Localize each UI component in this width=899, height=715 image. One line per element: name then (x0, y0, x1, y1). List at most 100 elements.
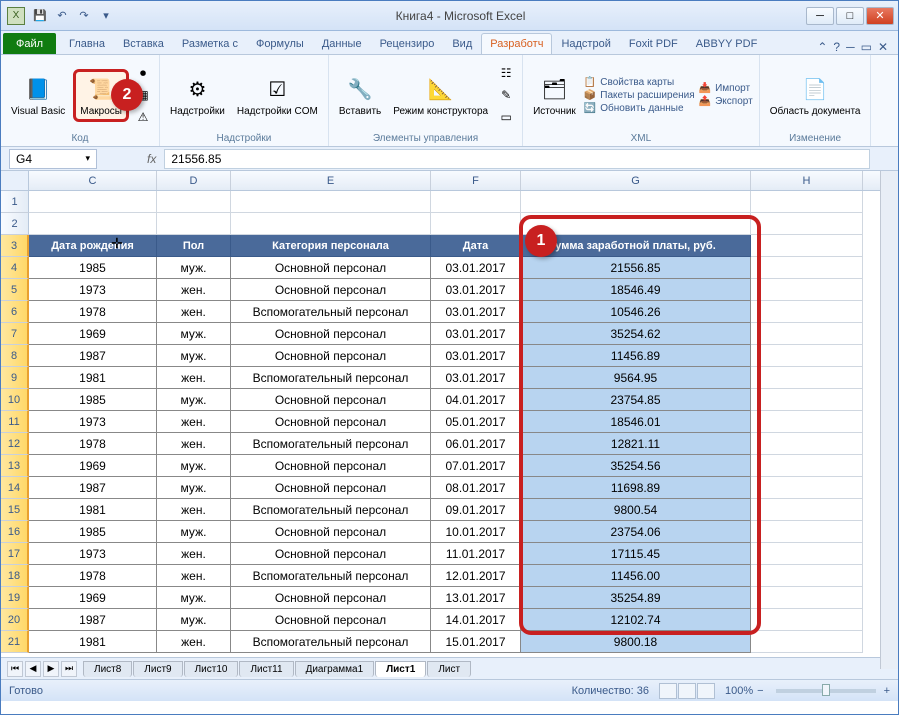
cell[interactable] (751, 235, 863, 257)
row-header[interactable]: 20 (1, 609, 29, 631)
vertical-scrollbar[interactable] (880, 171, 898, 669)
cell[interactable]: Основной персонал (231, 411, 431, 433)
cell[interactable]: 12.01.2017 (431, 565, 521, 587)
cell[interactable]: Основной персонал (231, 609, 431, 631)
xml-import-button[interactable]: 📥 Импорт (699, 83, 753, 94)
table-header[interactable]: Категория персонала (231, 235, 431, 257)
col-header-f[interactable]: F (431, 171, 521, 190)
sheet-tab[interactable]: Лист1 (375, 661, 426, 677)
row-header[interactable]: 6 (1, 301, 29, 323)
row-header[interactable]: 19 (1, 587, 29, 609)
cell[interactable]: Вспомогательный персонал (231, 301, 431, 323)
zoom-slider[interactable] (776, 689, 876, 693)
cell[interactable]: 03.01.2017 (431, 301, 521, 323)
visual-basic-button[interactable]: 📘 Visual Basic (7, 72, 69, 119)
cell[interactable]: 03.01.2017 (431, 323, 521, 345)
cell[interactable] (751, 191, 863, 213)
cell[interactable]: Основной персонал (231, 279, 431, 301)
cell[interactable]: 03.01.2017 (431, 257, 521, 279)
cell[interactable]: 10.01.2017 (431, 521, 521, 543)
cell[interactable]: 17115.45 (521, 543, 751, 565)
cell[interactable]: 10546.26 (521, 301, 751, 323)
row-header[interactable]: 16 (1, 521, 29, 543)
sheet-tab[interactable]: Лист10 (184, 661, 239, 677)
macro-security-icon[interactable]: ⚠ (133, 107, 153, 127)
cell[interactable]: 11698.89 (521, 477, 751, 499)
col-header-d[interactable]: D (157, 171, 231, 190)
cell[interactable]: Вспомогательный персонал (231, 367, 431, 389)
zoom-in-button[interactable]: + (884, 685, 890, 697)
cell[interactable]: 1969 (29, 587, 157, 609)
cell[interactable] (431, 213, 521, 235)
cell[interactable]: Основной персонал (231, 455, 431, 477)
cell[interactable]: муж. (157, 455, 231, 477)
cell[interactable]: Вспомогательный персонал (231, 565, 431, 587)
row-header[interactable]: 10 (1, 389, 29, 411)
cell[interactable] (751, 213, 863, 235)
cell[interactable] (521, 213, 751, 235)
view-code-icon[interactable]: ✎ (496, 85, 516, 105)
cell[interactable]: жен. (157, 367, 231, 389)
row-header[interactable]: 11 (1, 411, 29, 433)
cell[interactable] (751, 631, 863, 653)
insert-control-button[interactable]: 🔧 Вставить (335, 72, 385, 119)
cell[interactable]: Вспомогательный персонал (231, 499, 431, 521)
cell[interactable]: жен. (157, 631, 231, 653)
row-header[interactable]: 15 (1, 499, 29, 521)
doc-close-icon[interactable]: ✕ (878, 40, 888, 54)
cell[interactable] (751, 323, 863, 345)
cell[interactable] (431, 191, 521, 213)
cell[interactable]: 12821.11 (521, 433, 751, 455)
cell[interactable]: 12102.74 (521, 609, 751, 631)
cell[interactable] (157, 191, 231, 213)
com-addins-button[interactable]: ☑ Надстройки COM (233, 72, 322, 119)
cell[interactable]: Основной персонал (231, 257, 431, 279)
cell[interactable]: Основной персонал (231, 389, 431, 411)
select-all-corner[interactable] (1, 171, 29, 190)
cell[interactable]: 35254.56 (521, 455, 751, 477)
cell[interactable]: муж. (157, 477, 231, 499)
maximize-button[interactable]: □ (836, 7, 864, 25)
cell[interactable]: жен. (157, 301, 231, 323)
cell[interactable]: 1973 (29, 543, 157, 565)
cell[interactable]: 1969 (29, 455, 157, 477)
row-header[interactable]: 2 (1, 213, 29, 235)
cell[interactable]: муж. (157, 389, 231, 411)
cell[interactable]: 1985 (29, 257, 157, 279)
cell[interactable]: 15.01.2017 (431, 631, 521, 653)
cell[interactable]: 06.01.2017 (431, 433, 521, 455)
xml-source-button[interactable]: 🗂 Источник (529, 72, 580, 119)
cell[interactable] (29, 191, 157, 213)
tab-developer[interactable]: Разработч (481, 33, 552, 54)
cell[interactable] (751, 279, 863, 301)
tab-layout[interactable]: Разметка с (173, 33, 247, 54)
tab-nav-last[interactable]: ⏭ (61, 661, 77, 677)
view-layout-button[interactable] (678, 683, 696, 699)
minimize-button[interactable]: ─ (806, 7, 834, 25)
table-header[interactable]: Пол (157, 235, 231, 257)
cell[interactable]: 1978 (29, 433, 157, 455)
doc-minimize-icon[interactable]: ─ (846, 40, 855, 54)
tab-addins[interactable]: Надстрой (552, 33, 619, 54)
cell[interactable]: 1987 (29, 477, 157, 499)
map-properties-button[interactable]: 📋 Свойства карты (584, 77, 695, 88)
cell[interactable] (751, 587, 863, 609)
cell[interactable]: 35254.62 (521, 323, 751, 345)
cell[interactable]: муж. (157, 587, 231, 609)
cell[interactable]: 11.01.2017 (431, 543, 521, 565)
cell[interactable]: 13.01.2017 (431, 587, 521, 609)
cell[interactable]: Основной персонал (231, 477, 431, 499)
tab-formulas[interactable]: Формулы (247, 33, 313, 54)
cell[interactable]: 09.01.2017 (431, 499, 521, 521)
refresh-data-button[interactable]: 🔄 Обновить данные (584, 103, 695, 114)
cell[interactable] (231, 213, 431, 235)
cell[interactable]: 07.01.2017 (431, 455, 521, 477)
cell[interactable]: 1978 (29, 301, 157, 323)
row-header[interactable]: 5 (1, 279, 29, 301)
cell[interactable]: 35254.89 (521, 587, 751, 609)
tab-nav-next[interactable]: ▶ (43, 661, 59, 677)
cell[interactable]: муж. (157, 345, 231, 367)
row-header[interactable]: 7 (1, 323, 29, 345)
properties-icon[interactable]: ☷ (496, 63, 516, 83)
zoom-thumb[interactable] (822, 684, 830, 696)
